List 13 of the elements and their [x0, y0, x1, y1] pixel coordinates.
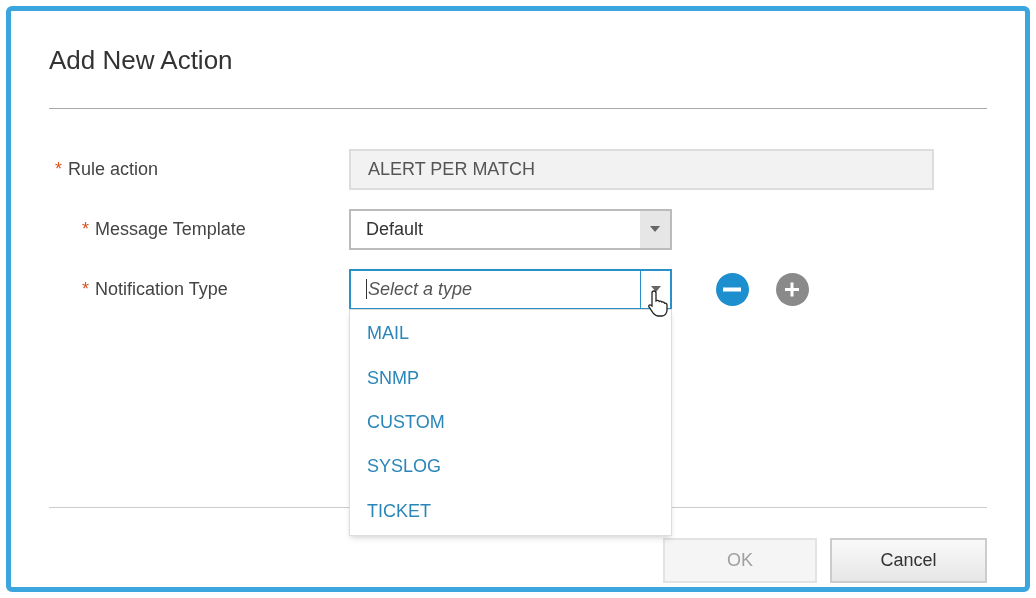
dialog-title: Add New Action — [49, 44, 234, 77]
cancel-button[interactable]: Cancel — [830, 538, 987, 583]
field-label: Rule action — [68, 157, 159, 181]
field-placeholder: Select a type — [368, 277, 473, 301]
caret-icon — [650, 226, 660, 232]
field-value: Default — [366, 217, 424, 241]
caret-icon — [650, 286, 661, 292]
required-asterisk: * — [55, 160, 62, 178]
field-label: Notification Type — [95, 277, 228, 301]
required-asterisk: * — [82, 280, 89, 298]
required-asterisk: * — [82, 220, 89, 238]
field-label: Message Template — [95, 217, 246, 241]
text-cursor — [366, 279, 367, 299]
